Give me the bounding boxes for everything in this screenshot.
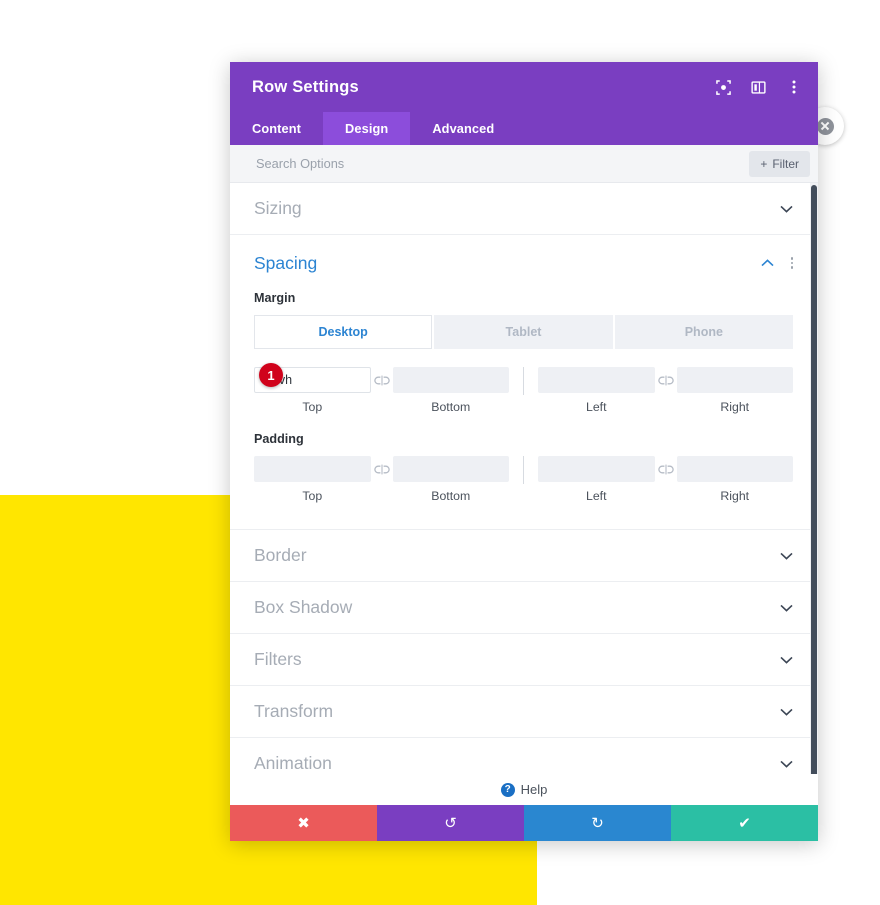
scrollbar-thumb[interactable]	[811, 185, 817, 774]
row-settings-modal: Row Settings Content Design Advanced Sea…	[230, 62, 818, 841]
modal-header-actions	[715, 79, 802, 96]
tab-design[interactable]: Design	[323, 112, 411, 145]
filter-button-label: Filter	[772, 156, 799, 171]
focus-target-icon[interactable]	[715, 79, 732, 96]
margin-bottom-input[interactable]	[392, 367, 509, 393]
chevron-up-icon[interactable]	[761, 256, 775, 270]
checkmark-icon: ✔	[738, 814, 751, 832]
section-animation-title: Animation	[254, 753, 332, 773]
chevron-down-icon	[779, 705, 793, 719]
redo-button[interactable]: ↻	[524, 805, 671, 841]
spacing-body: Margin Desktop Tablet Phone 1 Top	[230, 291, 818, 529]
modal-tabs: Content Design Advanced	[230, 112, 818, 145]
device-tab-desktop[interactable]: Desktop	[254, 315, 433, 349]
help-bar[interactable]: ? Help	[230, 774, 818, 805]
margin-right-input[interactable]	[676, 367, 793, 393]
padding-vertical-group: Top Bottom	[254, 456, 509, 503]
layout-columns-icon[interactable]	[750, 79, 767, 96]
padding-top-caption: Top	[302, 489, 323, 503]
margin-left-field: Left	[538, 367, 655, 414]
filter-button[interactable]: + Filter	[749, 150, 810, 177]
margin-left-input[interactable]	[538, 367, 655, 393]
margin-left-caption: Left	[585, 400, 607, 414]
margin-divider	[523, 367, 524, 395]
section-border[interactable]: Border	[230, 530, 818, 582]
chevron-down-icon	[779, 653, 793, 667]
close-icon	[816, 117, 834, 135]
margin-bottom-caption: Bottom	[431, 400, 471, 414]
tab-advanced[interactable]: Advanced	[410, 112, 516, 145]
padding-horizontal-group: Left Right	[538, 456, 793, 503]
tab-content[interactable]: Content	[230, 112, 323, 145]
link-broken-icon[interactable]	[371, 456, 393, 482]
section-transform[interactable]: Transform	[230, 686, 818, 738]
section-sizing[interactable]: Sizing	[230, 183, 818, 235]
padding-fields: Top Bottom Left Right	[254, 456, 793, 503]
section-box-shadow[interactable]: Box Shadow	[230, 582, 818, 634]
save-button[interactable]: ✔	[671, 805, 818, 841]
section-animation[interactable]: Animation	[230, 738, 818, 774]
section-box-shadow-title: Box Shadow	[254, 597, 353, 617]
section-filters[interactable]: Filters	[230, 634, 818, 686]
padding-bottom-caption: Bottom	[431, 489, 471, 503]
help-icon: ?	[500, 782, 515, 797]
section-spacing-title: Spacing	[254, 252, 318, 273]
modal-header: Row Settings	[230, 62, 818, 112]
chevron-down-icon	[779, 601, 793, 615]
margin-fields: 1 Top	[254, 363, 793, 414]
chevron-down-icon	[779, 549, 793, 563]
section-filters-title: Filters	[254, 649, 302, 669]
device-toggle: Desktop Tablet Phone	[254, 315, 793, 349]
plus-icon: +	[760, 156, 768, 171]
device-tab-phone[interactable]: Phone	[614, 315, 793, 349]
section-spacing-menu-icon[interactable]	[790, 257, 793, 269]
cancel-button[interactable]: ✖	[230, 805, 377, 841]
margin-right-field: Right	[676, 367, 793, 414]
padding-right-caption: Right	[720, 489, 750, 503]
section-spacing: Spacing Margin Desktop Tablet Phone 1 20…	[230, 235, 818, 530]
margin-right-caption: Right	[720, 400, 750, 414]
padding-bottom-input[interactable]	[392, 456, 509, 482]
help-label: Help	[520, 782, 548, 797]
search-input[interactable]	[254, 155, 750, 172]
undo-button[interactable]: ↺	[377, 805, 524, 841]
padding-bottom-field: Bottom	[392, 456, 509, 503]
link-broken-icon[interactable]	[655, 456, 677, 482]
margin-top-caption: Top	[302, 400, 323, 414]
step-badge-1: 1	[259, 363, 283, 387]
padding-left-input[interactable]	[538, 456, 655, 482]
padding-label: Padding	[254, 432, 304, 446]
scrollbar-track[interactable]	[810, 183, 818, 774]
link-broken-icon[interactable]	[655, 367, 677, 393]
page-title: Row Settings	[252, 77, 359, 96]
padding-top-field: Top	[254, 456, 371, 503]
padding-top-input[interactable]	[254, 456, 371, 482]
margin-horizontal-group: Left Right	[538, 367, 793, 414]
chevron-down-icon	[779, 202, 793, 216]
padding-divider	[523, 456, 524, 484]
settings-scroll-area: Sizing Spacing Margin Desktop Tablet Pho…	[230, 183, 818, 774]
section-border-title: Border	[254, 545, 307, 565]
kebab-menu-icon[interactable]	[785, 79, 802, 96]
link-broken-icon[interactable]	[371, 367, 393, 393]
padding-right-field: Right	[676, 456, 793, 503]
padding-left-field: Left	[538, 456, 655, 503]
section-transform-title: Transform	[254, 701, 334, 721]
margin-label: Margin	[254, 291, 296, 305]
margin-bottom-field: Bottom	[392, 367, 509, 414]
padding-right-input[interactable]	[676, 456, 793, 482]
padding-left-caption: Left	[585, 489, 607, 503]
undo-icon: ↺	[444, 814, 457, 832]
section-sizing-title: Sizing	[254, 198, 302, 218]
redo-icon: ↻	[591, 814, 604, 832]
search-bar: + Filter	[230, 145, 818, 183]
modal-footer: ✖ ↺ ↻ ✔	[230, 805, 818, 841]
margin-vertical-group: Top Bottom	[254, 367, 509, 414]
section-spacing-header[interactable]: Spacing	[230, 235, 818, 291]
device-tab-tablet[interactable]: Tablet	[434, 315, 613, 349]
close-x-icon: ✖	[297, 814, 310, 832]
chevron-down-icon	[779, 757, 793, 771]
